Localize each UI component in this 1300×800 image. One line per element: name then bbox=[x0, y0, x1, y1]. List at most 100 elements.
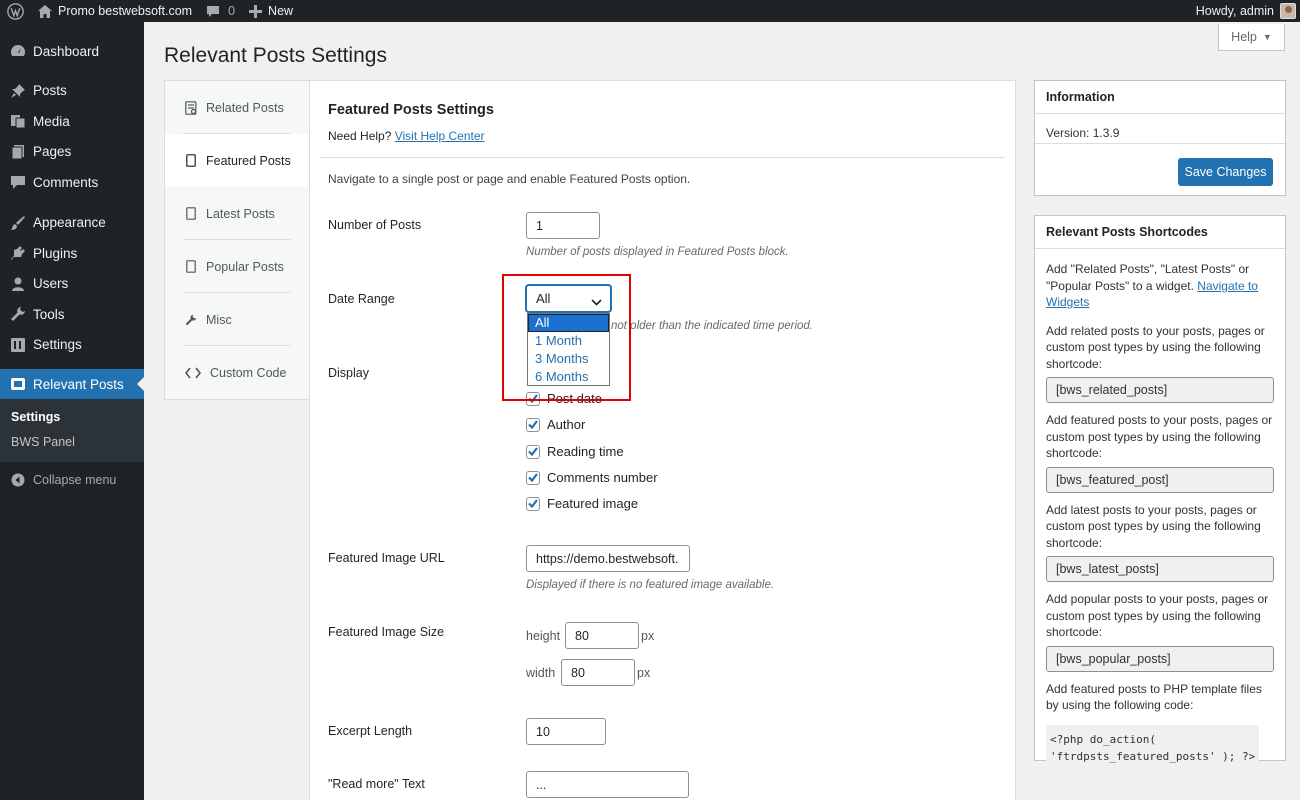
wrench-icon bbox=[8, 304, 28, 324]
tab-latest-posts[interactable]: Latest Posts bbox=[165, 187, 309, 240]
height-unit: px bbox=[641, 629, 655, 643]
height-input[interactable]: 80 bbox=[565, 622, 639, 649]
doc-icon bbox=[185, 260, 197, 274]
submenu-item-bws-panel[interactable]: BWS Panel bbox=[0, 431, 144, 456]
information-title: Information bbox=[1035, 81, 1285, 114]
related-doc-icon bbox=[185, 100, 197, 115]
popular-shortcode-code[interactable]: [bws_popular_posts] bbox=[1046, 645, 1274, 672]
popular-shortcode-text: Add popular posts to your posts, pages o… bbox=[1046, 592, 1269, 639]
version-text: Version: 1.3.9 bbox=[1046, 126, 1120, 140]
pages-icon bbox=[8, 142, 28, 162]
tab-popular-posts[interactable]: Popular Posts bbox=[165, 240, 309, 293]
date-range-option-3-months[interactable]: 3 Months bbox=[528, 350, 609, 368]
dashboard-icon bbox=[8, 41, 28, 61]
sidebar-item-media[interactable]: Media bbox=[0, 106, 144, 137]
related-shortcode-code[interactable]: [bws_related_posts] bbox=[1046, 377, 1274, 403]
sidebar-item-dashboard[interactable]: Dashboard bbox=[0, 36, 144, 67]
divider bbox=[320, 157, 1005, 158]
sidebar-item-relevant-posts[interactable]: Relevant Posts bbox=[0, 369, 144, 399]
display-reading-time-option[interactable]: Reading time bbox=[526, 444, 624, 459]
admin-bar: Promo bestwebsoft.com 0 New Howdy, admin bbox=[0, 0, 1300, 22]
sidebar-item-comments[interactable]: Comments bbox=[0, 167, 144, 198]
information-box: Information Version: 1.3.9 Save Changes bbox=[1034, 80, 1286, 196]
media-icon bbox=[8, 111, 28, 131]
featured-image-url-input[interactable]: https://demo.bestwebsoft. bbox=[526, 545, 690, 572]
chevron-down-icon bbox=[591, 294, 602, 309]
read-more-input[interactable]: ... bbox=[526, 771, 689, 798]
save-changes-button[interactable]: Save Changes bbox=[1178, 158, 1273, 186]
submenu: Settings BWS Panel bbox=[0, 399, 144, 462]
php-code-text: Add featured posts to PHP template files… bbox=[1046, 681, 1262, 713]
caret-down-icon: ▼ bbox=[1262, 32, 1272, 42]
intro-text: Navigate to a single post or page and en… bbox=[328, 172, 691, 186]
date-range-select[interactable]: All bbox=[526, 285, 611, 312]
date-range-description: not older than the indicated time period… bbox=[611, 320, 814, 332]
excerpt-length-input[interactable]: 10 bbox=[526, 718, 606, 745]
pin-icon bbox=[8, 81, 28, 101]
sidebar-item-settings[interactable]: Settings bbox=[0, 330, 144, 361]
sidebar-item-plugins[interactable]: Plugins bbox=[0, 238, 144, 269]
comments-link[interactable]: 0 bbox=[199, 0, 242, 22]
display-post-date-option[interactable]: Post date bbox=[526, 391, 602, 406]
page-title: Relevant Posts Settings bbox=[164, 44, 387, 67]
featured-image-url-label: Featured Image URL bbox=[328, 551, 445, 565]
doc-icon bbox=[185, 154, 197, 168]
date-range-label: Date Range bbox=[328, 292, 395, 306]
submenu-item-settings[interactable]: Settings bbox=[0, 406, 144, 431]
shortcodes-box: Relevant Posts Shortcodes Add "Related P… bbox=[1034, 215, 1286, 771]
post-date-checkbox[interactable] bbox=[526, 391, 540, 406]
read-more-label: "Read more" Text bbox=[328, 777, 425, 791]
sidebar-item-appearance[interactable]: Appearance bbox=[0, 208, 144, 239]
plus-icon bbox=[249, 4, 263, 18]
latest-shortcode-text: Add latest posts to your posts, pages or… bbox=[1046, 502, 1261, 550]
sidebar-item-tools[interactable]: Tools bbox=[0, 299, 144, 330]
need-help-line: Need Help? Visit Help Center bbox=[328, 129, 485, 143]
php-code-snippet[interactable]: <?php do_action( 'ftrdpsts_featured_post… bbox=[1046, 724, 1260, 771]
number-of-posts-input[interactable]: 1 bbox=[526, 212, 600, 239]
section-heading: Featured Posts Settings bbox=[328, 102, 494, 118]
tab-related-posts[interactable]: Related Posts bbox=[165, 81, 309, 134]
author-checkbox[interactable] bbox=[526, 417, 540, 432]
tab-featured-posts[interactable]: Featured Posts bbox=[165, 134, 310, 187]
excerpt-length-label: Excerpt Length bbox=[328, 724, 413, 738]
related-shortcode-text: Add related posts to your posts, pages o… bbox=[1046, 323, 1265, 371]
number-of-posts-label: Number of Posts bbox=[328, 218, 422, 232]
number-of-posts-description: Number of posts displayed in Featured Po… bbox=[526, 246, 789, 258]
tab-custom-code[interactable]: Custom Code bbox=[165, 346, 309, 399]
featured-image-checkbox[interactable] bbox=[526, 496, 540, 511]
featured-shortcode-code[interactable]: [bws_featured_post] bbox=[1046, 466, 1274, 493]
date-range-option-1-month[interactable]: 1 Month bbox=[528, 332, 609, 350]
date-range-dropdown: All 1 Month 3 Months 6 Months bbox=[527, 313, 610, 386]
comment-icon bbox=[8, 172, 28, 192]
date-range-option-6-months[interactable]: 6 Months bbox=[528, 368, 609, 386]
shortcodes-title: Relevant Posts Shortcodes bbox=[1035, 216, 1285, 249]
bws-icon bbox=[8, 374, 28, 394]
comments-number-checkbox[interactable] bbox=[526, 470, 540, 485]
doc-icon bbox=[185, 207, 197, 221]
collapse-menu-button[interactable]: Collapse menu bbox=[0, 465, 144, 496]
width-input[interactable]: 80 bbox=[561, 659, 635, 686]
settings-tabs: Related Posts Featured Posts Latest Post… bbox=[164, 80, 310, 400]
help-button[interactable]: Help ▼ bbox=[1218, 24, 1285, 51]
date-range-option-all[interactable]: All bbox=[528, 314, 609, 332]
sidebar-item-posts[interactable]: Posts bbox=[0, 76, 144, 107]
sidebar-item-pages[interactable]: Pages bbox=[0, 137, 144, 168]
display-featured-image-option[interactable]: Featured image bbox=[526, 496, 638, 511]
display-comments-number-option[interactable]: Comments number bbox=[526, 470, 658, 485]
featured-shortcode-text: Add featured posts to your posts, pages … bbox=[1046, 413, 1273, 460]
wordpress-logo-icon[interactable] bbox=[0, 0, 31, 22]
tab-misc[interactable]: Misc bbox=[165, 293, 309, 346]
help-center-link[interactable]: Visit Help Center bbox=[395, 129, 485, 143]
latest-shortcode-code[interactable]: [bws_latest_posts] bbox=[1046, 556, 1274, 582]
height-label: height bbox=[526, 629, 561, 643]
display-author-option[interactable]: Author bbox=[526, 417, 585, 432]
wrench-icon bbox=[185, 313, 197, 327]
width-label: width bbox=[526, 666, 556, 680]
site-name-link[interactable]: Promo bestwebsoft.com bbox=[31, 0, 199, 22]
sidebar-item-users[interactable]: Users bbox=[0, 269, 144, 300]
admin-sidebar: Dashboard Posts Media Pages Comments App… bbox=[0, 22, 144, 800]
plugin-icon bbox=[8, 243, 28, 263]
reading-time-checkbox[interactable] bbox=[526, 444, 540, 459]
account-menu[interactable]: Howdy, admin bbox=[1196, 3, 1300, 19]
new-content-link[interactable]: New bbox=[242, 0, 300, 22]
